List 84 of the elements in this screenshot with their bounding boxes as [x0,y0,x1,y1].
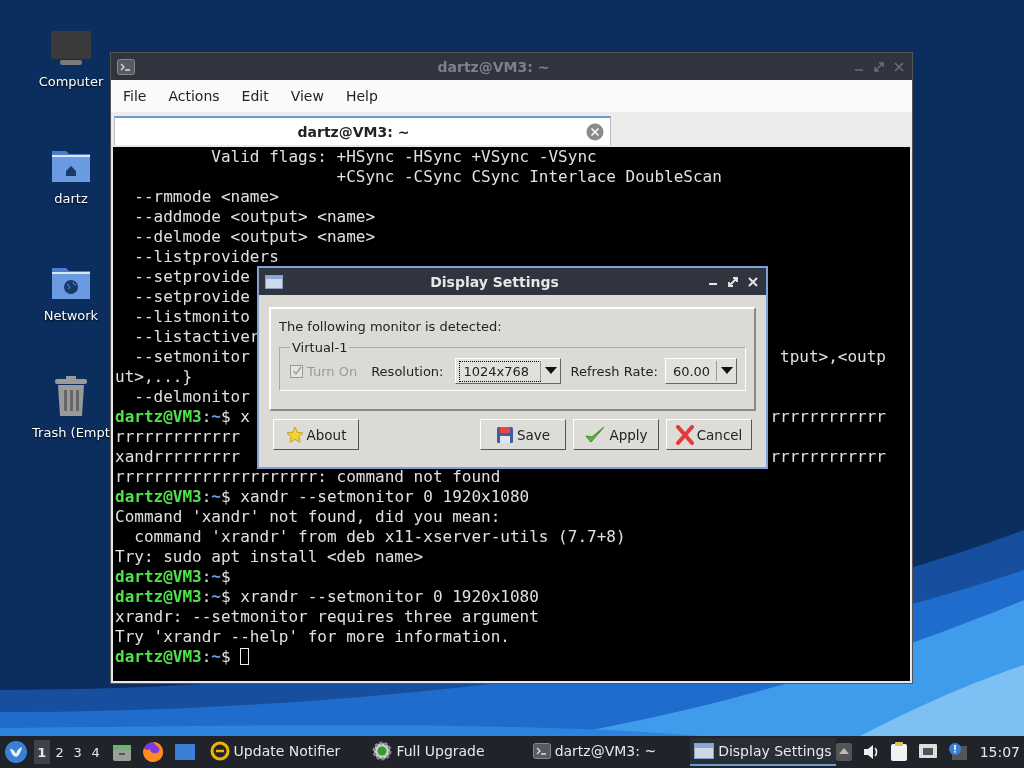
menu-item[interactable]: File [115,88,155,104]
clock[interactable]: 15:07 [979,744,1020,760]
terminal-line: --rmmode <name> [133,187,279,207]
taskbar-button[interactable]: Full Upgrade [368,738,489,766]
message-text: The following monitor is detected: [279,319,503,334]
window-icon [265,274,283,289]
update-icon [209,741,230,761]
close-icon[interactable] [746,274,760,289]
dropdown[interactable]: 60.00 [664,358,737,384]
trash-icon [53,375,89,417]
dropdown-arrow-icon [720,367,733,375]
terminal-icon [532,743,551,759]
terminal-line: Valid flags: +HSync -HSync +VSync -VSync [210,147,597,167]
about-button[interactable]: About [273,419,359,450]
group-label: Virtual-1 [291,340,349,355]
workspace-button[interactable]: 3 [69,740,86,764]
start-menu-icon[interactable] [4,740,28,764]
network-icon[interactable] [917,743,938,761]
terminal-line: --delmonitor [133,387,250,407]
browser-icon[interactable] [141,741,164,763]
terminal-line: xrandr: --setmonitor requires three argument [115,607,539,627]
menu-item[interactable]: Edit [233,88,277,104]
terminal-line: --listproviders [133,247,279,267]
terminal-line: --setmonitor [133,347,250,367]
terminal-line: rrrrrrrrrrrr [770,447,886,467]
terminal-line: Command 'xandr' not found, did you mean: [115,507,501,527]
maximize-icon[interactable] [726,274,740,289]
save-button[interactable]: Save [480,419,566,450]
dropdown-arrow-icon [545,367,558,375]
cross-icon [675,424,694,445]
terminal-line: dartz@VM3:~$ xandr --setmonitor 0 1920x1080 [115,487,530,507]
notification-icon[interactable] [947,742,968,762]
icon-label[interactable]: Computer [38,74,104,89]
window-title: Display Settings [429,273,560,290]
terminal-line: dartz@VM3:~$ [115,567,231,587]
workspace-button[interactable]: 1 [33,740,50,764]
menu-item[interactable]: Actions [160,88,228,104]
window-icon[interactable] [173,743,196,761]
taskbar-button[interactable]: Update Notifier [205,738,345,766]
terminal-line: rrrrrrrrrrrr [770,407,886,427]
menu-item[interactable]: View [282,88,332,104]
monitor-icon [50,30,92,66]
terminal-line: ut>,...} [115,367,193,387]
workspace-button[interactable]: 2 [51,740,68,764]
terminal-line: dartz@VM3:~$ x [115,407,250,427]
terminal-line: Try 'xrandr --help' for more information. [115,627,510,647]
icon-label[interactable]: dartz [54,191,88,206]
window-icon [694,743,715,759]
terminal-line: +CSync -CSync CSync Interlace DoubleScan [335,167,722,187]
terminal-line: command 'xrandr' from deb x11-xserver-utils (7.7+8) [133,527,626,547]
check-icon [584,424,607,445]
workspace-button[interactable]: 4 [87,740,104,764]
terminal-line: --setprovide [133,267,250,287]
file-cabinet-icon[interactable] [111,742,132,762]
terminal-line: --delmode <output> <name> [133,227,376,247]
terminal-line: dartz@VM3:~$ [115,647,231,667]
checkbox-label: Turn On [307,363,358,379]
terminal-line: xandrrrrrrrrr [115,447,241,467]
gear-icon [372,741,393,761]
terminal-line: Try: sudo apt install <deb name> [115,547,424,567]
clipboard-icon[interactable] [889,742,908,762]
taskbar-button[interactable]: dartz@VM3: ~ [528,738,661,766]
terminal-icon [117,58,135,75]
terminal-line: tput>,<outp [780,347,886,367]
icon-label[interactable]: Network [43,308,99,323]
taskbar-button[interactable]: Display Settings [690,738,836,766]
field-label: Resolution: [371,363,444,379]
terminal-line: rrrrrrrrrrrrr [115,427,241,447]
terminal-line: dartz@VM3:~$ xrandr --setmonitor 0 1920x1080 [115,587,539,607]
apply-button[interactable]: Apply [573,419,659,450]
cancel-button[interactable]: Cancel [666,419,752,450]
terminal-line: --setprovide [133,287,250,307]
terminal-line: --addmode <output> <name> [133,207,376,227]
menu-item[interactable]: Help [337,88,386,104]
field-label: Refresh Rate: [570,363,658,379]
tab[interactable]: dartz@VM3: ~ [114,116,611,145]
window-title: dartz@VM3: ~ [436,58,551,75]
terminal-line: --listmonito [133,307,250,327]
star-icon [285,425,304,444]
terminal-line: --listactiver [133,327,260,347]
dropdown[interactable]: 1024x768 [455,358,562,384]
terminal-line: rrrrrrrrrrrrrrrrrrrrr: command not found [115,467,501,487]
volume-icon[interactable] [861,743,880,761]
icon-label[interactable]: Trash (Empt [32,425,110,440]
